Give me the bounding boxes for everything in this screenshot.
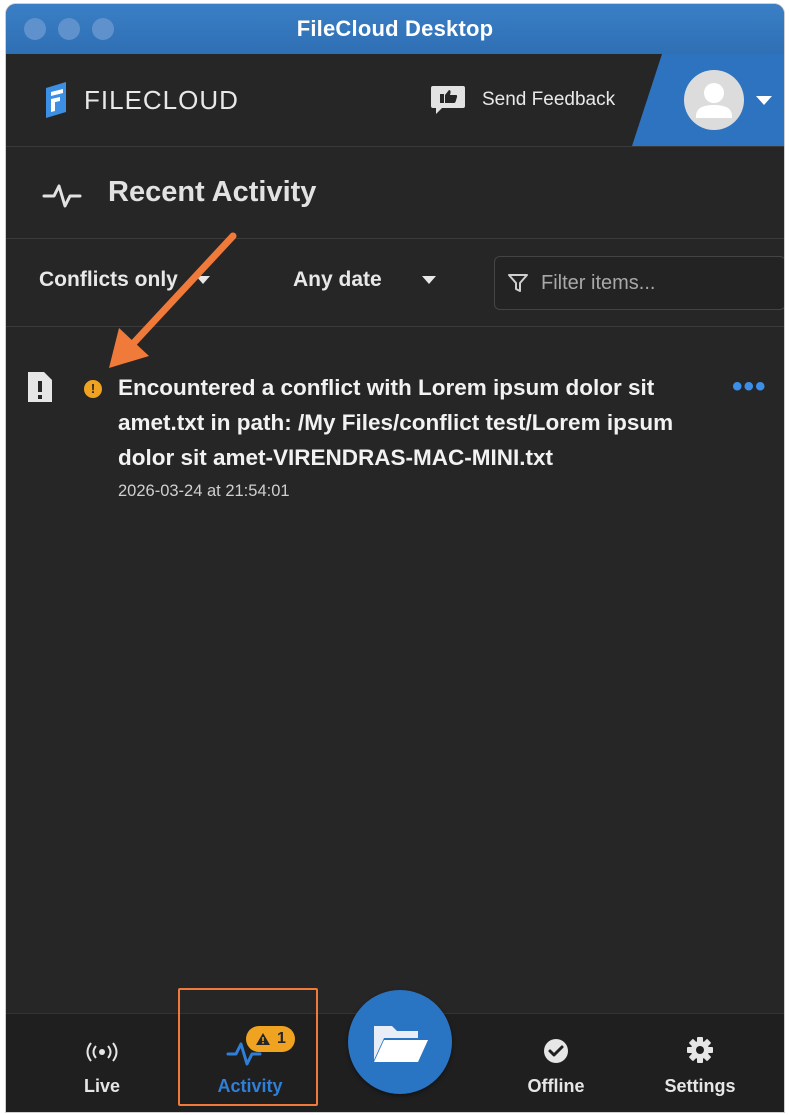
user-icon — [696, 83, 732, 118]
open-folder-button[interactable] — [348, 990, 452, 1094]
window-title: FileCloud Desktop — [296, 16, 494, 41]
annotation-arrow-icon — [109, 232, 237, 368]
gear-icon — [687, 1037, 713, 1063]
file-warning-icon — [28, 372, 52, 402]
app-window: FileCloud Desktop FILECLOUD Send Feedbac… — [6, 4, 784, 1112]
activity-pulse-icon — [42, 184, 82, 208]
chevron-down-icon — [421, 276, 436, 284]
date-filter-value: Any date — [293, 268, 382, 291]
send-feedback-label: Send Feedback — [482, 89, 616, 110]
send-feedback-button[interactable]: Send Feedback — [430, 84, 615, 116]
filter-search-box[interactable] — [494, 256, 784, 310]
filecloud-logo-icon — [46, 82, 66, 118]
nav-live-label: Live — [83, 1076, 121, 1096]
filter-search-input[interactable] — [539, 270, 773, 296]
activity-message: Encountered a conflict with Lorem ipsum … — [118, 375, 674, 470]
title-bar: FileCloud Desktop — [6, 4, 784, 54]
nav-settings[interactable]: Settings — [652, 1014, 748, 1112]
bottom-nav: Live 1 Activity Offline Settings — [6, 990, 784, 1112]
live-signal-icon — [86, 1042, 118, 1062]
app-header: FILECLOUD Send Feedback — [6, 54, 784, 147]
folder-open-icon — [374, 1026, 428, 1062]
logo-text: FILECLOUD — [84, 84, 239, 115]
nav-offline[interactable]: Offline — [516, 1014, 596, 1112]
activity-timestamp: 2026-03-24 at 21:54:01 — [118, 482, 290, 500]
conflict-warning-icon: ! — [84, 380, 102, 398]
feedback-icon — [431, 86, 465, 114]
avatar[interactable] — [684, 70, 744, 130]
nav-settings-label: Settings — [664, 1076, 736, 1096]
nav-offline-label: Offline — [527, 1076, 585, 1096]
filter-icon — [508, 274, 528, 292]
filecloud-logo: FILECLOUD — [42, 82, 239, 118]
activity-highlight-box — [178, 988, 318, 1106]
chevron-down-icon[interactable] — [756, 96, 772, 105]
page-title: Recent Activity — [108, 176, 317, 208]
nav-live[interactable]: Live — [62, 1014, 142, 1112]
date-filter-dropdown[interactable]: Any date — [293, 268, 436, 292]
offline-check-icon — [544, 1039, 568, 1063]
user-menu[interactable] — [632, 54, 784, 146]
more-options-button[interactable]: ••• — [732, 370, 767, 404]
section-header: Recent Activity — [6, 146, 784, 239]
